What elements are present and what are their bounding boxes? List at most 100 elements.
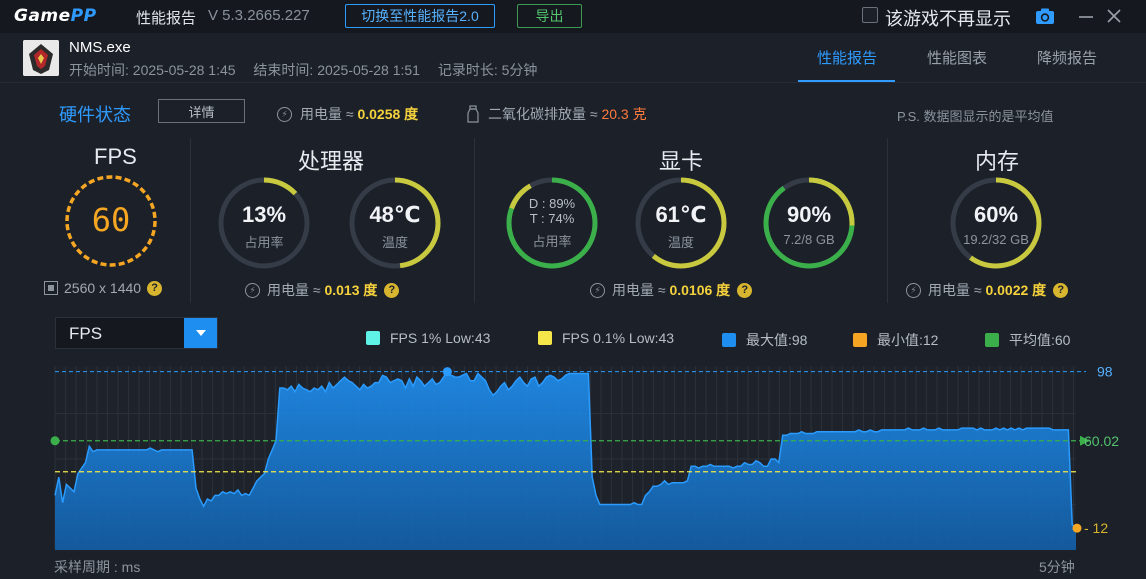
tab-performance-chart[interactable]: 性能图表 — [927, 47, 987, 68]
gpu-t-usage: T : 74% — [529, 211, 575, 226]
legend-swatch — [366, 331, 380, 345]
ram-power-value: 0.0022 度 — [985, 282, 1047, 298]
switch-report-button[interactable]: 切换至性能报告2.0 — [345, 4, 495, 28]
dont-show-checkbox[interactable] — [862, 7, 878, 23]
header-divider — [0, 82, 1146, 83]
cpu-power-label: 用电量 ≈ — [267, 282, 325, 298]
cpu-section-title: 处理器 — [298, 149, 365, 174]
legend-item: 最大值:98 — [722, 330, 807, 350]
section-divider — [887, 138, 888, 303]
legend-label: 平均值:60 — [1009, 332, 1071, 348]
gpu-temp-label: 温度 — [667, 235, 694, 250]
help-icon[interactable]: ? — [147, 280, 163, 296]
legend-item: FPS 1% Low:43 — [366, 330, 490, 346]
ram-section-title: 内存 — [975, 149, 1020, 174]
cpu-temp-value: 48℃ — [369, 202, 421, 227]
camera-icon[interactable] — [1035, 6, 1055, 26]
avg-start-marker — [50, 436, 60, 446]
metric-select-value: FPS — [69, 324, 103, 343]
gpu-section-title: 显卡 — [659, 149, 704, 174]
bottle-icon — [467, 105, 479, 123]
game-icon — [23, 40, 59, 76]
end-time: 结束时间: 2025-05-28 1:51 — [253, 62, 420, 78]
min-value-label: - 12 — [1084, 520, 1108, 536]
start-time: 开始时间: 2025-05-28 1:45 — [69, 62, 236, 78]
legend-label: 最小值:12 — [877, 332, 939, 348]
cpu-usage-gauge: 13% 占用率 — [217, 176, 311, 270]
legend-label: 最大值:98 — [746, 332, 808, 348]
ram-sub: 19.2/32 GB — [963, 232, 1029, 247]
min-marker — [1072, 523, 1082, 533]
help-icon[interactable]: ? — [1053, 282, 1069, 298]
fps-section-title: FPS — [94, 144, 137, 169]
legend-label: FPS 0.1% Low:43 — [562, 330, 675, 346]
legend-swatch — [722, 333, 736, 347]
game-logo-icon — [23, 40, 59, 76]
ram-power: ⚡ 用电量 ≈ 0.0022 度 ? — [906, 280, 1069, 300]
monitor-icon — [44, 281, 58, 295]
legend-item: 最小值:12 — [853, 330, 938, 350]
ram-gauge: 60% 19.2/32 GB — [949, 176, 1043, 270]
cpu-usage-value: 13% — [241, 202, 287, 227]
co2-label: 二氧化碳排放量 ≈ — [488, 106, 602, 122]
tab-performance-report[interactable]: 性能报告 — [817, 47, 877, 68]
total-power-label: 用电量 ≈ — [300, 106, 358, 122]
export-button[interactable]: 导出 — [517, 4, 582, 28]
co2-value: 20.3 克 — [601, 106, 647, 122]
game-meta: 开始时间: 2025-05-28 1:45 结束时间: 2025-05-28 1… — [69, 60, 551, 80]
avg-value-label: 60.02 — [1084, 433, 1119, 449]
cpu-power-value: 0.013 度 — [324, 282, 378, 298]
power-icon: ⚡ — [590, 282, 605, 298]
max-value-label: 98 — [1097, 364, 1113, 380]
section-divider — [474, 138, 475, 303]
dont-show-label[interactable]: 该游戏不再显示 — [885, 5, 1011, 31]
legend-swatch — [985, 333, 999, 347]
total-power-value: 0.0258 度 — [357, 106, 419, 122]
gpu-power-label: 用电量 ≈ — [612, 282, 670, 298]
legend-item: FPS 0.1% Low:43 — [538, 330, 674, 346]
duration-label: 5分钟 — [1039, 559, 1075, 575]
detail-button[interactable]: 详情 — [158, 99, 245, 123]
game-name: NMS.exe — [69, 39, 131, 56]
ram-power-label: 用电量 ≈ — [928, 282, 986, 298]
minimize-icon[interactable] — [1076, 6, 1096, 26]
chart-note: P.S. 数据图显示的是平均值 — [897, 109, 1054, 124]
cpu-usage-label: 占用率 — [244, 235, 284, 250]
co2-emission: 二氧化碳排放量 ≈ 20.3 克 — [466, 104, 647, 124]
gpu-temp-gauge: 61℃ 温度 — [634, 176, 728, 270]
sample-period-label: 采样周期 : ms — [54, 559, 141, 575]
power-icon: ⚡ — [906, 282, 921, 298]
legend-item: 平均值:60 — [985, 330, 1070, 350]
legend-swatch — [538, 331, 552, 345]
dropdown-arrow-icon[interactable] — [184, 318, 217, 348]
legend-label: FPS 1% Low:43 — [390, 330, 491, 346]
gpu-memory-value: 90% — [786, 202, 832, 227]
logo-part-game: Game — [14, 6, 71, 26]
gpu-usage-label: 占用率 — [532, 234, 572, 249]
gpu-temp-value: 61℃ — [655, 202, 707, 227]
help-icon[interactable]: ? — [384, 282, 400, 298]
app-version: V 5.3.2665.227 — [208, 7, 310, 24]
logo-part-pp: PP — [70, 6, 97, 26]
power-icon: ⚡ — [277, 106, 292, 122]
cpu-temp-gauge: 48℃ 温度 — [348, 176, 442, 270]
help-icon[interactable]: ? — [737, 282, 753, 298]
gpu-d-usage: D : 89% — [528, 196, 576, 211]
gpu-power: ⚡ 用电量 ≈ 0.0106 度 ? — [590, 280, 753, 300]
title-bar: GamePP 性能报告 V 5.3.2665.227 切换至性能报告2.0 导出… — [0, 0, 1146, 33]
app-logo: GamePP — [14, 6, 97, 26]
fps-chart: 98 60.02 - 12 — [50, 364, 1119, 550]
close-icon[interactable] — [1104, 6, 1124, 26]
resolution-value: 2560 x 1440 — [64, 280, 142, 296]
cpu-power: ⚡ 用电量 ≈ 0.013 度 ? — [245, 280, 400, 300]
ram-value: 60% — [973, 202, 1019, 227]
section-divider — [190, 138, 191, 303]
tab-throttle-report[interactable]: 降频报告 — [1037, 47, 1097, 68]
total-power: ⚡ 用电量 ≈ 0.0258 度 — [277, 104, 418, 124]
gpu-memory-sub: 7.2/8 GB — [783, 232, 835, 247]
app-title: 性能报告 — [136, 10, 197, 27]
gpu-memory-gauge: 90% 7.2/8 GB — [762, 176, 856, 270]
metric-select[interactable]: FPS — [55, 317, 218, 349]
hardware-status-title: 硬件状态 — [59, 105, 131, 125]
legend-swatch — [853, 333, 867, 347]
